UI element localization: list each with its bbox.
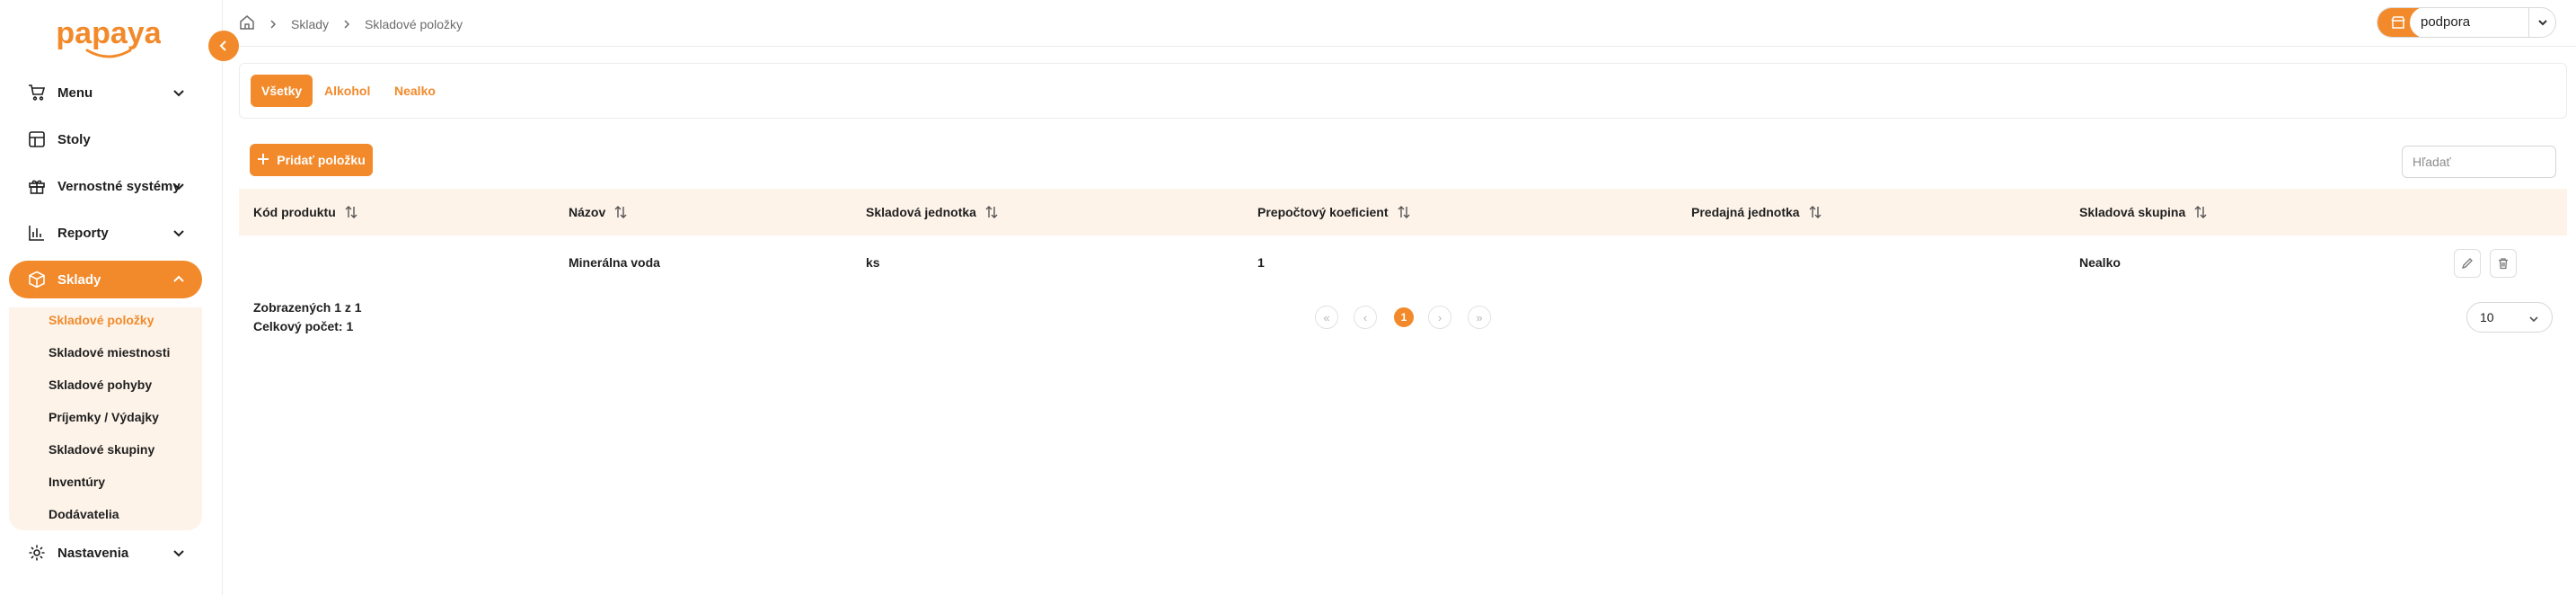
- total-count: Celkový počet: 1: [253, 319, 354, 333]
- chevron-right-icon: [268, 19, 278, 30]
- column-label: Názov: [569, 205, 606, 219]
- sidebar-item-reporty[interactable]: Reporty: [9, 214, 202, 252]
- cart-icon: [27, 83, 47, 102]
- column-label: Prepočtový koeficient: [1257, 205, 1389, 219]
- add-item-label: Pridať položku: [277, 153, 366, 167]
- column-label: Skladová jednotka: [866, 205, 976, 219]
- sort-icon[interactable]: [2194, 205, 2207, 219]
- submenu-item-skladove-pohyby[interactable]: Skladové pohyby: [49, 377, 152, 392]
- gear-icon: [27, 543, 47, 563]
- category-tabs: Všetky Alkohol Nealko: [239, 63, 2567, 119]
- papaya-logo[interactable]: papaya: [57, 9, 161, 63]
- chevron-right-icon: [341, 19, 352, 30]
- submenu-item-dodavatelia[interactable]: Dodávatelia: [49, 507, 119, 521]
- sidebar: papaya Menu Stoly Vernostné systémy Repo…: [0, 0, 223, 595]
- top-header: Sklady Skladové položky podpora: [223, 0, 2576, 47]
- chevron-down-icon: [172, 226, 186, 244]
- column-label: Skladová skupina: [2079, 205, 2186, 219]
- user-selector[interactable]: podpora: [2377, 7, 2556, 38]
- first-page-button[interactable]: «: [1315, 306, 1338, 329]
- chevron-left-icon: [219, 40, 226, 51]
- shown-count: Zobrazených 1 z 1: [253, 300, 362, 315]
- prev-page-button[interactable]: ‹: [1354, 306, 1377, 329]
- cell-group: Nealko: [2079, 255, 2121, 270]
- page-1-button[interactable]: 1: [1394, 307, 1414, 327]
- submenu-item-inventury[interactable]: Inventúry: [49, 475, 105, 489]
- chevron-down-icon: [2528, 313, 2539, 327]
- sidebar-item-vernostne-systemy[interactable]: Vernostné systémy: [9, 167, 202, 205]
- add-item-button[interactable]: Pridať položku: [250, 144, 373, 176]
- column-header-skladova-skupina[interactable]: Skladová skupina: [2079, 205, 2207, 219]
- chevron-down-icon[interactable]: [2528, 8, 2555, 37]
- breadcrumb-sklady[interactable]: Sklady: [291, 17, 329, 31]
- submenu-item-skladove-miestnosti[interactable]: Skladové miestnosti: [49, 345, 170, 360]
- submenu-item-prijemky-vydajky[interactable]: Príjemky / Výdajky: [49, 410, 159, 424]
- column-header-predajna-jednotka[interactable]: Predajná jednotka: [1691, 205, 1822, 219]
- cell-coefficient: 1: [1257, 255, 1265, 270]
- bar-chart-icon: [27, 223, 47, 243]
- plus-icon: [257, 153, 269, 168]
- sidebar-item-stoly[interactable]: Stoly: [9, 120, 202, 158]
- sort-icon[interactable]: [1398, 205, 1410, 219]
- submenu-item-skladove-skupiny[interactable]: Skladové skupiny: [49, 442, 154, 457]
- pencil-icon: [2461, 258, 2473, 270]
- page-size-select[interactable]: 10: [2466, 302, 2553, 333]
- chevron-down-icon: [172, 179, 186, 197]
- sidebar-item-label: Stoly: [57, 131, 91, 147]
- sidebar-item-nastavenia[interactable]: Nastavenia: [9, 534, 202, 572]
- chevron-up-icon: [172, 272, 186, 290]
- edit-button[interactable]: [2454, 249, 2481, 278]
- sidebar-collapse-button[interactable]: [208, 31, 239, 61]
- sidebar-item-label: Menu: [57, 84, 93, 101]
- next-page-button[interactable]: ›: [1428, 306, 1451, 329]
- sort-icon[interactable]: [985, 205, 998, 219]
- sort-icon[interactable]: [1809, 205, 1822, 219]
- breadcrumb: Sklady Skladové položky: [239, 14, 463, 33]
- cell-unit: ks: [866, 255, 880, 270]
- logo-text: papaya: [57, 16, 161, 50]
- column-header-nazov[interactable]: Názov: [569, 205, 627, 219]
- table-header: Kód produktu Názov Skladová jednotka Pre…: [239, 189, 2567, 235]
- breadcrumb-current: Skladové položky: [365, 16, 463, 31]
- sidebar-item-label: Sklady: [57, 271, 101, 288]
- chevron-down-icon: [172, 546, 186, 564]
- user-name: podpora: [2410, 8, 2528, 37]
- delete-button[interactable]: [2490, 249, 2517, 278]
- column-label: Kód produktu: [253, 205, 336, 219]
- submenu-item-skladove-polozky[interactable]: Skladové položky: [49, 313, 154, 327]
- tab-nealko[interactable]: Nealko: [384, 75, 446, 107]
- column-header-skladova-jednotka[interactable]: Skladová jednotka: [866, 205, 998, 219]
- sidebar-item-label: Vernostné systémy: [57, 178, 181, 194]
- trash-icon: [2499, 258, 2508, 270]
- table-row[interactable]: Minerálna voda ks 1 Nealko: [239, 239, 2567, 286]
- page-size-value: 10: [2480, 310, 2494, 324]
- sidebar-item-sklady[interactable]: Sklady: [9, 261, 202, 298]
- tab-vsetky[interactable]: Všetky: [251, 75, 313, 107]
- home-icon[interactable]: [239, 14, 255, 33]
- chevron-down-icon: [172, 85, 186, 103]
- table-grid-icon: [27, 129, 47, 149]
- tab-alkohol[interactable]: Alkohol: [313, 75, 381, 107]
- sidebar-item-label: Reporty: [57, 225, 109, 241]
- column-header-prepoctovy-koeficient[interactable]: Prepočtový koeficient: [1257, 205, 1410, 219]
- sort-icon[interactable]: [345, 205, 357, 219]
- search-input[interactable]: [2402, 146, 2556, 178]
- column-label: Predajná jednotka: [1691, 205, 1800, 219]
- gift-icon: [27, 176, 47, 196]
- sklady-submenu: Skladové položky Skladové miestnosti Skl…: [9, 307, 202, 530]
- box-icon: [27, 270, 47, 289]
- cell-name: Minerálna voda: [569, 255, 660, 270]
- sort-icon[interactable]: [614, 205, 627, 219]
- sidebar-item-menu[interactable]: Menu: [9, 74, 202, 111]
- column-header-kod[interactable]: Kód produktu: [253, 205, 357, 219]
- last-page-button[interactable]: »: [1468, 306, 1491, 329]
- sidebar-item-label: Nastavenia: [57, 545, 129, 561]
